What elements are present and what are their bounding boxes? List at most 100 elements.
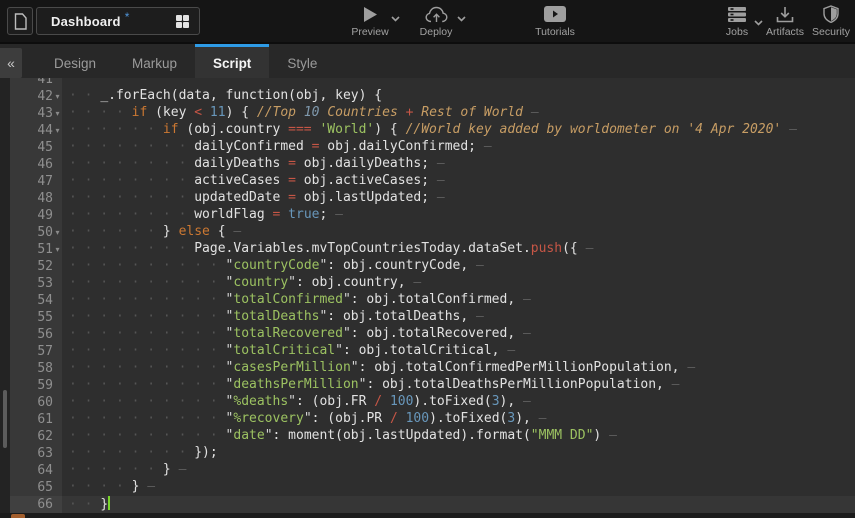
gutter-line-48[interactable]: 48 [10,190,62,207]
code-line-60[interactable]: · · · · · · · · · · "%deaths": (obj.FR /… [62,394,855,411]
gutter-line-63[interactable]: 63 [10,445,62,462]
security-button[interactable]: Security [808,4,854,38]
deploy-label: Deploy [420,26,453,38]
tab-markup[interactable]: Markup [114,44,195,80]
code-line-66[interactable]: · · } [62,496,855,513]
line-number-gutter: 4142▾43▾44▾454647484950▾51▾5253545556575… [10,78,62,518]
editor-tabbar: « Design Markup Script Style [0,42,855,78]
page-icon [14,13,27,30]
panel-scrollbar-thumb[interactable] [3,390,7,448]
code-line-51[interactable]: · · · · · · · · Page.Variables.mvTopCoun… [62,241,855,258]
gutter-line-56[interactable]: 56 [10,326,62,343]
fold-toggle-icon[interactable]: ▾ [53,241,62,258]
code-line-49[interactable]: · · · · · · · · worldFlag = true; – [62,207,855,224]
jobs-label: Jobs [726,26,748,38]
gutter-line-41[interactable]: 41 [10,78,62,88]
tab-design[interactable]: Design [36,44,114,80]
gutter-line-61[interactable]: 61 [10,411,62,428]
code-line-47[interactable]: · · · · · · · · activeCases = obj.active… [62,173,855,190]
gutter-line-66[interactable]: 66 [10,496,62,513]
deploy-button[interactable]: Deploy [410,4,462,38]
code-line-57[interactable]: · · · · · · · · · · "totalCritical": obj… [62,343,855,360]
jobs-button[interactable]: Jobs [716,4,758,38]
code-area[interactable]: · · _.forEach(data, function(obj, key) {… [62,78,855,518]
page-file-button[interactable] [7,7,33,35]
video-tutorial-icon [544,4,566,24]
code-line-48[interactable]: · · · · · · · · updatedDate = obj.lastUp… [62,190,855,207]
tutorials-button[interactable]: Tutorials [526,4,584,38]
fold-toggle-icon[interactable]: ▾ [53,224,62,241]
code-line-41[interactable] [62,78,855,88]
warning-marker [11,514,25,518]
top-toolbar: Dashboard * Preview Deploy [0,0,855,42]
gutter-line-54[interactable]: 54 [10,292,62,309]
unsaved-indicator: * [125,10,130,24]
fold-toggle-icon[interactable]: ▾ [53,122,62,139]
code-line-62[interactable]: · · · · · · · · · · "date": moment(obj.l… [62,428,855,445]
code-line-42[interactable]: · · _.forEach(data, function(obj, key) { [62,88,855,105]
preview-chevron-down-icon[interactable] [391,16,400,22]
gutter-line-64[interactable]: 64 [10,462,62,479]
gutter-line-53[interactable]: 53 [10,275,62,292]
gutter-line-55[interactable]: 55 [10,309,62,326]
gutter-line-58[interactable]: 58 [10,360,62,377]
gutter-line-57[interactable]: 57 [10,343,62,360]
pages-grid-icon[interactable] [176,15,189,28]
code-line-58[interactable]: · · · · · · · · · · "casesPerMillion": o… [62,360,855,377]
gutter-line-62[interactable]: 62 [10,428,62,445]
deploy-chevron-down-icon[interactable] [457,16,466,22]
cloud-upload-icon [425,4,448,24]
fold-toggle-icon[interactable]: ▾ [53,88,62,105]
code-line-64[interactable]: · · · · · · } – [62,462,855,479]
code-line-63[interactable]: · · · · · · · · }); [62,445,855,462]
gutter-line-46[interactable]: 46 [10,156,62,173]
preview-button[interactable]: Preview [343,4,397,38]
fold-toggle-icon[interactable]: ▾ [53,105,62,122]
tab-label: Markup [132,56,177,71]
code-line-55[interactable]: · · · · · · · · · · "totalDeaths": obj.t… [62,309,855,326]
gutter-line-44[interactable]: 44▾ [10,122,62,139]
preview-label: Preview [351,26,388,38]
code-line-65[interactable]: · · · · } – [62,479,855,496]
code-line-59[interactable]: · · · · · · · · · · "deathsPerMillion": … [62,377,855,394]
tab-label: Script [213,56,251,71]
gutter-line-65[interactable]: 65 [10,479,62,496]
artifacts-button[interactable]: Artifacts [760,4,810,38]
code-line-44[interactable]: · · · · · · if (obj.country === 'World')… [62,122,855,139]
code-line-53[interactable]: · · · · · · · · · · "country": obj.count… [62,275,855,292]
collapse-panel-button[interactable]: « [0,48,22,78]
gutter-line-45[interactable]: 45 [10,139,62,156]
gutter-line-49[interactable]: 49 [10,207,62,224]
gutter-line-60[interactable]: 60 [10,394,62,411]
tutorials-label: Tutorials [535,26,575,38]
page-title: Dashboard [51,14,121,29]
code-line-61[interactable]: · · · · · · · · · · "%recovery": (obj.PR… [62,411,855,428]
download-artifacts-icon [776,4,794,24]
view-tabs: Design Markup Script Style [36,44,335,80]
gutter-line-42[interactable]: 42▾ [10,88,62,105]
gutter-line-52[interactable]: 52 [10,258,62,275]
gutter-line-51[interactable]: 51▾ [10,241,62,258]
gutter-line-43[interactable]: 43▾ [10,105,62,122]
text-cursor [108,496,110,510]
tab-script[interactable]: Script [195,44,269,80]
code-line-54[interactable]: · · · · · · · · · · "totalConfirmed": ob… [62,292,855,309]
bottom-strip [0,513,855,518]
jobs-stack-icon [727,4,747,24]
shield-icon [823,4,839,24]
code-line-56[interactable]: · · · · · · · · · · "totalRecovered": ob… [62,326,855,343]
tab-label: Design [54,56,96,71]
gutter-line-59[interactable]: 59 [10,377,62,394]
code-line-50[interactable]: · · · · · · } else { – [62,224,855,241]
tab-style[interactable]: Style [269,44,335,80]
wavemaker-studio-window: Dashboard * Preview Deploy [0,0,855,518]
security-label: Security [812,26,850,38]
page-title-widget[interactable]: Dashboard * [36,7,200,35]
gutter-line-50[interactable]: 50▾ [10,224,62,241]
script-editor: 4142▾43▾44▾454647484950▾51▾5253545556575… [0,78,855,518]
code-line-46[interactable]: · · · · · · · · dailyDeaths = obj.dailyD… [62,156,855,173]
code-line-45[interactable]: · · · · · · · · dailyConfirmed = obj.dai… [62,139,855,156]
code-line-52[interactable]: · · · · · · · · · · "countryCode": obj.c… [62,258,855,275]
code-line-43[interactable]: · · · · if (key < 11) { //Top 10 Countri… [62,105,855,122]
gutter-line-47[interactable]: 47 [10,173,62,190]
